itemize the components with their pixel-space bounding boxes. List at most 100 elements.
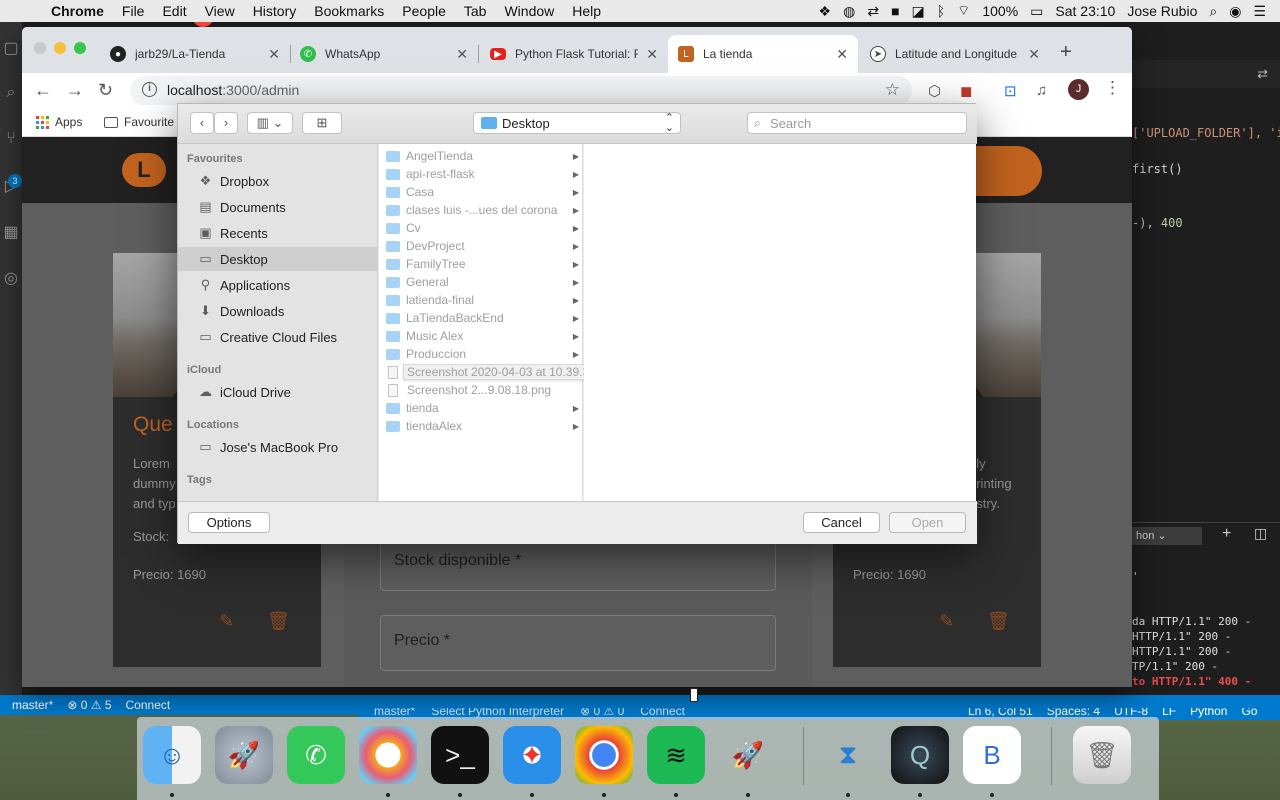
sidebar-item-macbook[interactable]: ▭ Jose's MacBook Pro xyxy=(178,435,378,459)
folder-row[interactable]: AngelTienda ▶ xyxy=(379,147,583,165)
folder-row[interactable]: FamilyTree ▶ xyxy=(379,255,583,273)
forward-icon[interactable]: → xyxy=(66,80,84,101)
quicktime-icon[interactable]: Q xyxy=(891,726,949,784)
close-tab-icon[interactable]: ✕ xyxy=(836,46,848,63)
file-row[interactable]: Screenshot 2...9.08.18.png xyxy=(379,381,583,399)
menu-help[interactable]: Help xyxy=(563,3,610,19)
spotify-icon[interactable]: ≋ xyxy=(647,726,705,784)
bookmark-star-icon[interactable]: ☆ xyxy=(885,80,900,100)
close-tab-icon[interactable]: ✕ xyxy=(1028,46,1040,63)
trash-icon[interactable]: 🗑 xyxy=(987,611,1010,632)
bookmark-favourites[interactable]: Favourite xyxy=(104,115,174,129)
menu-view[interactable]: View xyxy=(196,3,244,19)
media-icon[interactable]: ♫ xyxy=(1036,82,1047,99)
close-tab-icon[interactable]: ✕ xyxy=(456,46,468,63)
cast-icon[interactable]: ⊡ xyxy=(1004,82,1017,100)
menu-window[interactable]: Window xyxy=(495,3,563,19)
back-button[interactable]: ‹ xyxy=(190,112,214,134)
menu-extra-icon[interactable]: ◍ xyxy=(837,3,861,20)
folder-row[interactable]: Produccion ▶ xyxy=(379,345,583,363)
sidebar-item-creative-cloud-files[interactable]: ▭ Creative Cloud Files xyxy=(178,325,378,349)
folder-row[interactable]: api-rest-flask ▶ xyxy=(379,165,583,183)
database-icon[interactable]: ◎ xyxy=(0,268,22,298)
sync-icon[interactable]: ⇄ xyxy=(861,3,885,20)
maximize-window-button[interactable] xyxy=(74,42,86,54)
folder-row[interactable]: General ▶ xyxy=(379,273,583,291)
terminal-select[interactable]: hon ⌄ xyxy=(1132,527,1202,545)
terminal-icon[interactable]: >_ xyxy=(431,726,489,784)
close-tab-icon[interactable]: ✕ xyxy=(268,46,280,63)
vscode-icon[interactable]: ⧗ xyxy=(819,726,877,784)
folder-row[interactable]: DevProject ▶ xyxy=(379,237,583,255)
cancel-button[interactable]: Cancel xyxy=(803,512,880,533)
folder-row[interactable]: Casa ▶ xyxy=(379,183,583,201)
new-tab-button[interactable]: + xyxy=(1060,41,1072,64)
price-field[interactable]: Precio * xyxy=(380,615,776,671)
reload-icon[interactable]: ↻ xyxy=(98,80,113,101)
folder-row[interactable]: tiendaAlex ▶ xyxy=(379,417,583,435)
status-item[interactable]: ⊗ 0 ⚠ 5 xyxy=(67,698,111,712)
status-item[interactable]: Go xyxy=(1241,708,1257,718)
address-bar[interactable]: i localhost:3000/admin ☆ xyxy=(130,76,912,105)
menu-history[interactable]: History xyxy=(244,3,306,19)
menu-app-name[interactable]: Chrome xyxy=(42,3,113,19)
bluejeans-icon[interactable]: B xyxy=(963,726,1021,784)
notification-center-icon[interactable]: ☰ xyxy=(1247,3,1272,20)
site-logo[interactable]: L xyxy=(122,153,166,187)
menu-tab[interactable]: Tab xyxy=(455,3,496,19)
menu-edit[interactable]: Edit xyxy=(153,3,195,19)
sidebar-item-downloads[interactable]: ⬇ Downloads xyxy=(178,299,378,323)
finder-icon[interactable]: ☺ xyxy=(143,726,201,784)
folder-row[interactable]: LaTiendaBackEnd ▶ xyxy=(379,309,583,327)
sidebar-item-documents[interactable]: ▤ Documents xyxy=(178,195,378,219)
folder-row[interactable]: Music Alex ▶ xyxy=(379,327,583,345)
status-item[interactable]: Python xyxy=(1190,708,1227,718)
dashlane-icon[interactable]: ◪ xyxy=(906,3,931,20)
photos-icon[interactable] xyxy=(359,726,417,784)
new-terminal-icon[interactable]: + xyxy=(1222,525,1231,543)
folder-row[interactable]: tienda ▶ xyxy=(379,399,583,417)
bluetooth-icon[interactable]: ᛒ xyxy=(931,3,951,19)
sidebar-item-recents[interactable]: ▣ Recents xyxy=(178,221,378,245)
trash-icon[interactable]: 🗑 xyxy=(267,611,290,632)
sidebar-item-icloud-drive[interactable]: ☁ iCloud Drive xyxy=(178,380,378,404)
python-launcher-icon[interactable]: 🚀 xyxy=(719,726,777,784)
close-window-button[interactable] xyxy=(34,42,46,54)
sidebar-item-applications[interactable]: ⚲ Applications xyxy=(178,273,378,297)
facetime-icon[interactable]: ✆ xyxy=(287,726,345,784)
folder-row[interactable]: latienda-final ▶ xyxy=(379,291,583,309)
view-mode-button[interactable]: ▥ ⌄ xyxy=(247,112,293,134)
tab-youtube[interactable]: ▶ Python Flask Tutorial: F ✕ xyxy=(480,35,668,73)
back-icon[interactable]: ← xyxy=(34,80,52,101)
wifi-icon[interactable]: ⌔ xyxy=(951,2,976,20)
forward-button[interactable]: › xyxy=(214,112,238,134)
extension-icon[interactable]: ◼ xyxy=(960,82,972,100)
safari-icon[interactable]: ✦ xyxy=(503,726,561,784)
spotlight-icon[interactable]: ⌕ xyxy=(1203,3,1223,20)
compare-icon[interactable]: ⇄ xyxy=(1257,66,1268,82)
split-terminal-icon[interactable]: ◫ xyxy=(1254,525,1267,542)
status-item[interactable]: master* xyxy=(0,698,53,712)
tab-whatsapp[interactable]: ✆ WhatsApp ✕ xyxy=(290,35,478,73)
close-tab-icon[interactable]: ✕ xyxy=(646,46,658,63)
folder-row[interactable]: clases luis -...ues del corona ▶ xyxy=(379,201,583,219)
info-icon[interactable]: i xyxy=(142,82,157,97)
camera-icon[interactable]: ■ xyxy=(885,3,905,19)
battery-text[interactable]: 100% xyxy=(976,3,1024,19)
menu-file[interactable]: File xyxy=(113,3,154,19)
chrome-icon[interactable] xyxy=(575,726,633,784)
edit-icon[interactable]: ✎ xyxy=(939,611,954,632)
minimize-window-button[interactable] xyxy=(54,42,66,54)
user-name[interactable]: Jose Rubio xyxy=(1121,3,1203,19)
siri-icon[interactable]: ◉ xyxy=(1223,3,1247,20)
menu-people[interactable]: People xyxy=(393,3,455,19)
launchpad-icon[interactable]: 🚀 xyxy=(215,726,273,784)
search-icon[interactable]: ⌕ xyxy=(0,84,22,114)
file-row[interactable]: Screenshot 2020-04-03 at 10.39.32.png xyxy=(379,363,624,381)
trash-icon[interactable]: 🗑 xyxy=(1073,726,1131,784)
clock[interactable]: Sat 23:10 xyxy=(1049,3,1121,19)
avatar[interactable]: J xyxy=(1068,79,1089,100)
menu-icon[interactable]: ⋮ xyxy=(1104,78,1121,98)
menu-bookmarks[interactable]: Bookmarks xyxy=(305,3,393,19)
folder-row[interactable]: Cv ▶ xyxy=(379,219,583,237)
